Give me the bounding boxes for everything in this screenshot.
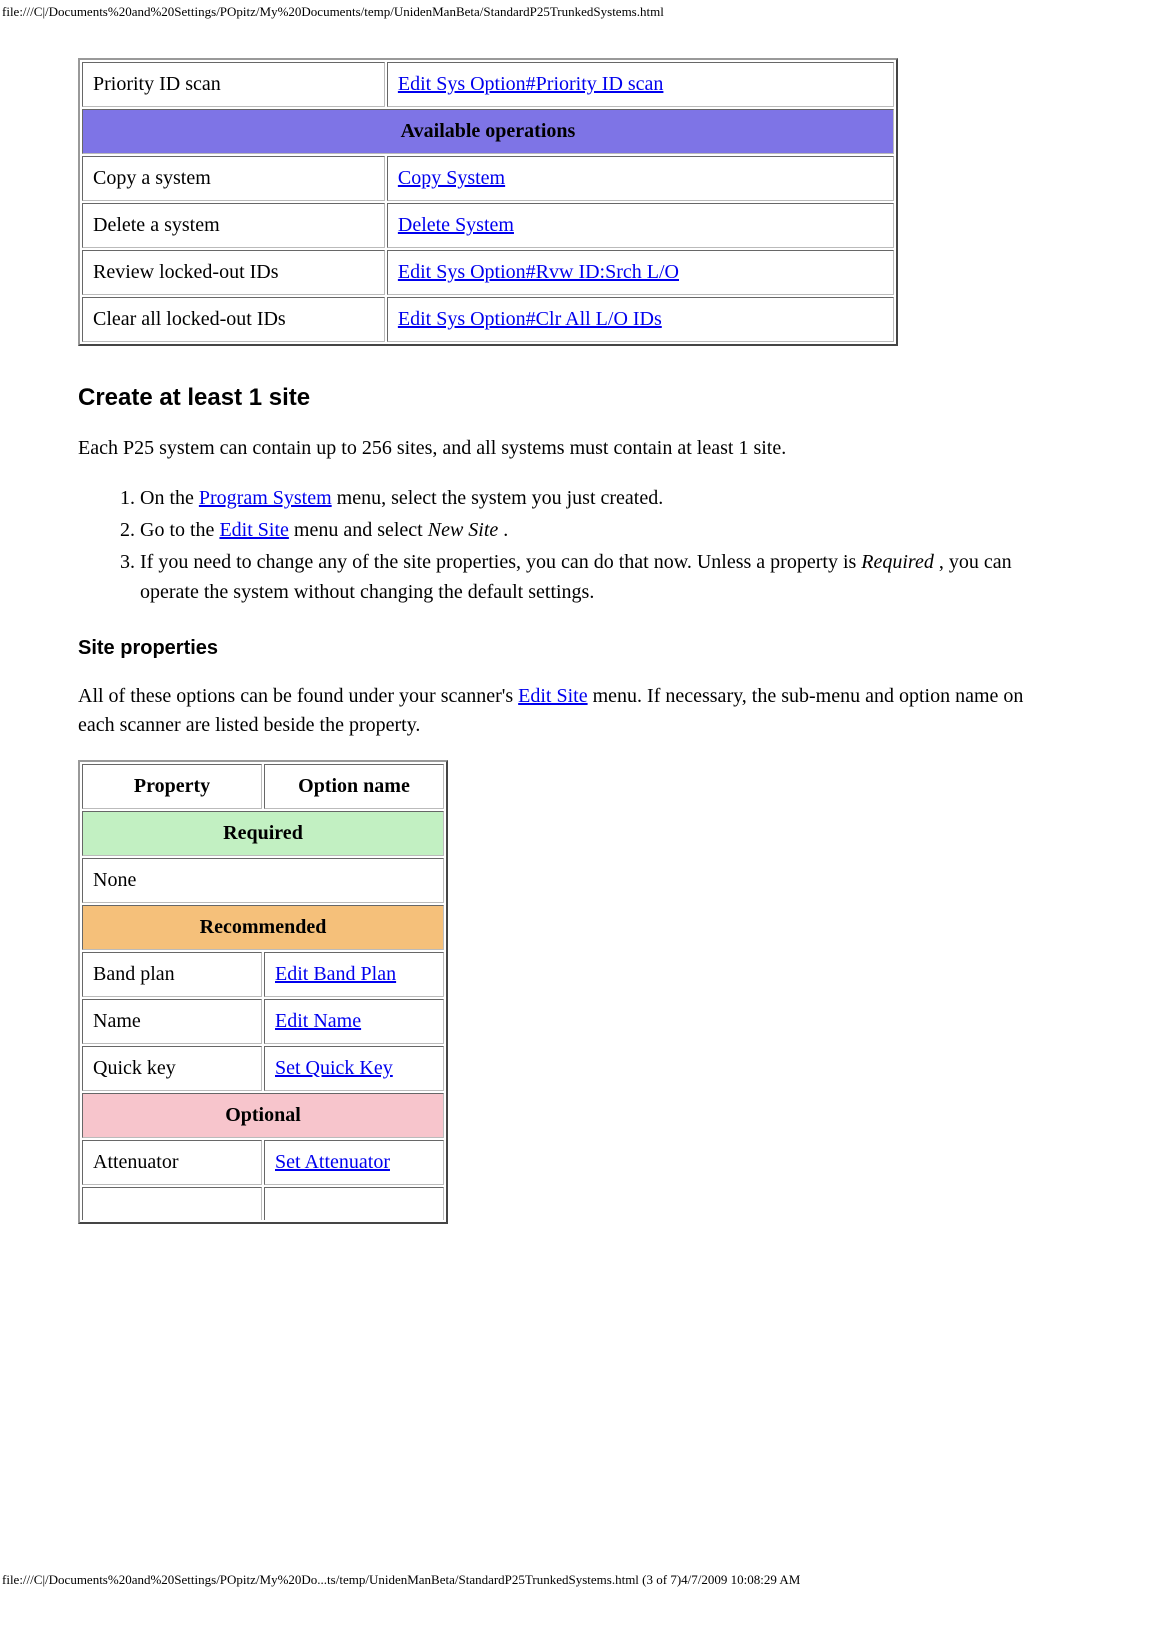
cell-none: None [82,858,444,903]
copy-system-link[interactable]: Copy System [398,167,505,189]
cell-link: Edit Band Plan [264,952,444,997]
cell-label: Clear all locked-out IDs [82,297,385,342]
cell-link: Delete System [387,203,894,248]
table-section-row: Optional [82,1093,444,1138]
cell-label: Band plan [82,952,262,997]
table-row: Clear all locked-out IDs Edit Sys Option… [82,297,894,342]
site-properties-table: Property Option name Required None Recom… [78,760,448,1224]
cell-label: Copy a system [82,156,385,201]
step-text: menu and select [289,519,428,541]
step-emphasis: New Site [428,519,499,541]
table-row: Delete a system Delete System [82,203,894,248]
step-text: On the [140,487,199,509]
cell-label: Quick key [82,1046,262,1091]
set-quick-key-link[interactable]: Set Quick Key [275,1057,393,1079]
cell-link: Edit Sys Option#Priority ID scan [387,62,894,107]
edit-name-link[interactable]: Edit Name [275,1010,361,1032]
table-row: Name Edit Name [82,999,444,1044]
table-header-row: Available operations [82,109,894,154]
required-header: Required [82,811,444,856]
list-item: Go to the Edit Site menu and select New … [140,515,1060,545]
cell-link: Set Quick Key [264,1046,444,1091]
table-row: Copy a system Copy System [82,156,894,201]
step-text: menu, select the system you just created… [332,487,664,509]
set-attenuator-link[interactable]: Set Attenuator [275,1151,390,1173]
cell-label: Name [82,999,262,1044]
create-site-steps: On the Program System menu, select the s… [78,483,1060,607]
cell-link: Edit Sys Option#Clr All L/O IDs [387,297,894,342]
table-row: Review locked-out IDs Edit Sys Option#Rv… [82,250,894,295]
th-option-name: Option name [264,764,444,809]
cell-empty [82,1187,262,1220]
table-row: Priority ID scan Edit Sys Option#Priorit… [82,62,894,107]
list-item: On the Program System menu, select the s… [140,483,1060,513]
optional-header: Optional [82,1093,444,1138]
recommended-header: Recommended [82,905,444,950]
available-operations-header: Available operations [82,109,894,154]
priority-id-scan-link[interactable]: Edit Sys Option#Priority ID scan [398,73,664,95]
available-operations-table: Priority ID scan Edit Sys Option#Priorit… [78,58,898,346]
url-header: file:///C|/Documents%20and%20Settings/PO… [0,0,1160,20]
url-footer: file:///C|/Documents%20and%20Settings/PO… [0,1572,1160,1594]
site-properties-intro: All of these options can be found under … [78,682,1060,740]
delete-system-link[interactable]: Delete System [398,214,514,236]
clear-locked-ids-link[interactable]: Edit Sys Option#Clr All L/O IDs [398,308,662,330]
table-row: None [82,858,444,903]
site-properties-heading: Site properties [78,637,1060,660]
step-text: Go to the [140,519,219,541]
cell-label: Delete a system [82,203,385,248]
cell-link: Edit Sys Option#Rvw ID:Srch L/O [387,250,894,295]
cell-link: Copy System [387,156,894,201]
step-text: If you need to change any of the site pr… [140,551,861,573]
create-site-intro: Each P25 system can contain up to 256 si… [78,434,1060,463]
table-section-row: Recommended [82,905,444,950]
list-item: If you need to change any of the site pr… [140,547,1060,607]
table-row: Attenuator Set Attenuator [82,1140,444,1185]
review-locked-ids-link[interactable]: Edit Sys Option#Rvw ID:Srch L/O [398,261,679,283]
edit-site-link[interactable]: Edit Site [219,519,288,541]
th-property: Property [82,764,262,809]
step-emphasis: Required [861,551,934,573]
edit-band-plan-link[interactable]: Edit Band Plan [275,963,396,985]
cell-link: Edit Name [264,999,444,1044]
cell-link: Set Attenuator [264,1140,444,1185]
create-site-heading: Create at least 1 site [78,384,1060,412]
program-system-link[interactable]: Program System [199,487,332,509]
cell-label: Review locked-out IDs [82,250,385,295]
cell-label: Priority ID scan [82,62,385,107]
cell-empty [264,1187,444,1220]
table-row: Band plan Edit Band Plan [82,952,444,997]
table-header-row: Property Option name [82,764,444,809]
table-row [82,1187,444,1220]
table-row: Quick key Set Quick Key [82,1046,444,1091]
table-section-row: Required [82,811,444,856]
intro-text: All of these options can be found under … [78,685,518,707]
edit-site-link-2[interactable]: Edit Site [518,685,587,707]
step-text: . [498,519,508,541]
cell-label: Attenuator [82,1140,262,1185]
